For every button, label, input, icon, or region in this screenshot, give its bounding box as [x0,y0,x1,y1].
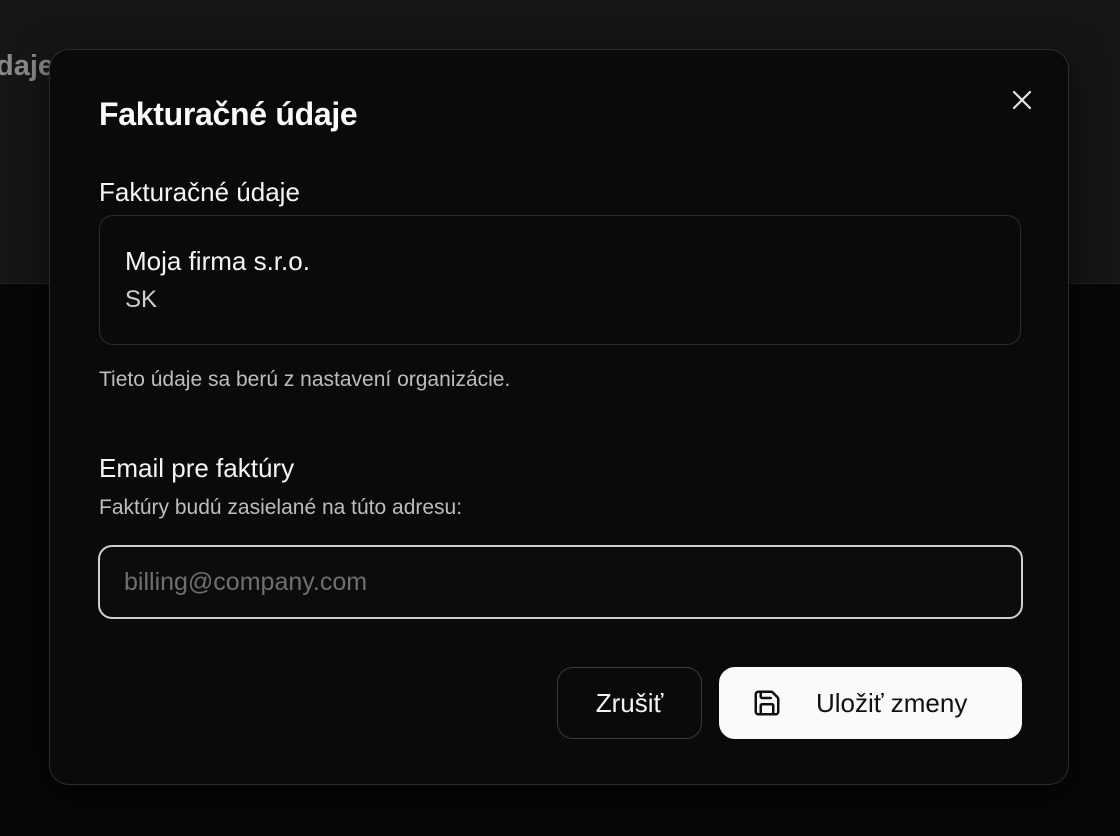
cancel-button[interactable]: Zrušiť [557,667,702,739]
company-name: Moja firma s.r.o. [125,246,310,276]
close-icon [1012,90,1032,110]
save-changes-button[interactable]: Uložiť zmeny [719,667,1022,739]
company-country: SK [125,286,158,313]
email-helper-text: Faktúry budú zasielané na túto adresu: [99,496,463,519]
billing-section-label: Fakturačné údaje [99,177,300,207]
billing-email-input[interactable] [98,545,1023,619]
save-icon [752,688,782,718]
close-button[interactable] [1008,86,1036,114]
dialog-title: Fakturačné údaje [99,96,358,132]
save-button-label: Uložiť zmeny [816,687,968,718]
background-page-title: daje [0,50,55,82]
cancel-button-label: Zrušiť [595,687,664,718]
email-section-label: Email pre faktúry [99,453,295,483]
billing-dialog: Fakturačné údaje Fakturačné údaje Moja f… [49,49,1069,785]
billing-helper-text: Tieto údaje sa berú z nastavení organizá… [99,368,511,391]
billing-details-box: Moja firma s.r.o. SK [99,215,1021,345]
